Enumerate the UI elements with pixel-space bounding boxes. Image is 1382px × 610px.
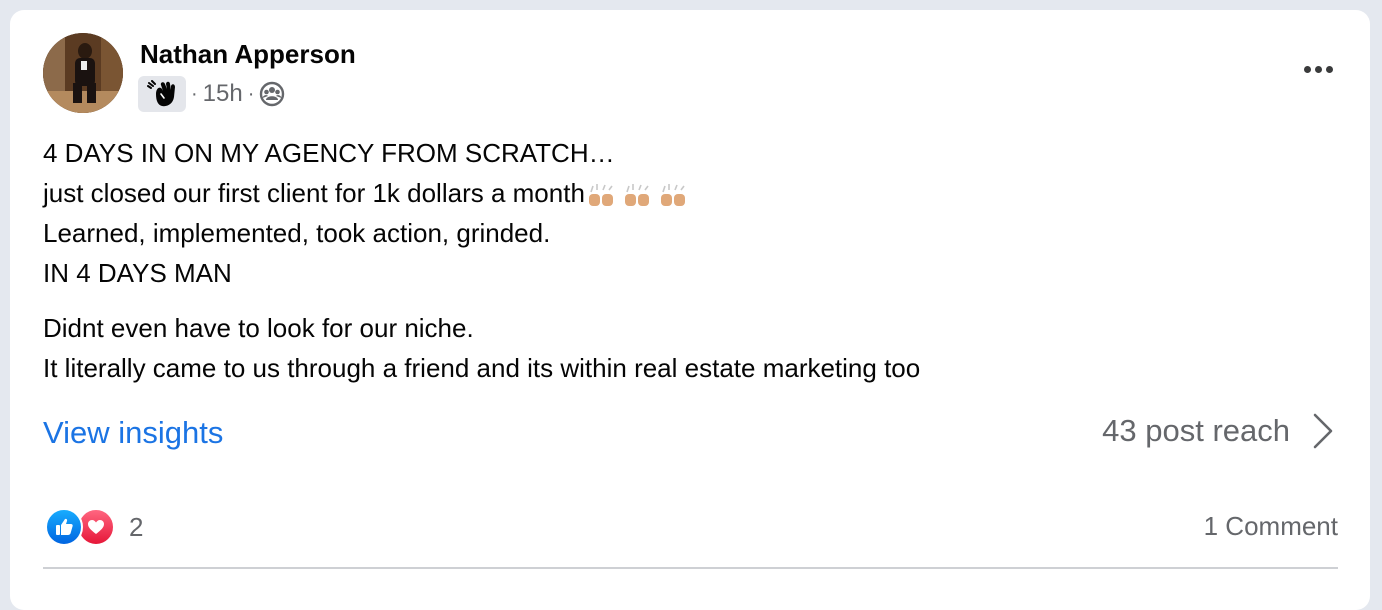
meta-separator: · [247,82,255,105]
more-options-button[interactable] [1294,54,1342,84]
view-insights-link[interactable]: View insights [43,415,223,451]
post-line: just closed our first client for 1k doll… [43,178,585,208]
chevron-right-icon [1313,413,1333,449]
more-dot [1325,65,1333,73]
raised-hands-icon [588,184,613,207]
post-body: 4 DAYS IN ON MY AGENCY FROM SCRATCH… jus… [43,133,1333,388]
raised-hands-icon [660,184,685,207]
post-line: Didnt even have to look for our niche. [43,313,474,343]
divider [43,567,1338,569]
post-line-with-emoji: just closed our first client for 1k doll… [43,173,1333,213]
post-reach[interactable]: 43 post reach [1102,412,1334,450]
post-reach-label: 43 post reach [1102,413,1290,448]
raised-hands-icon [624,184,649,207]
post-meta: · 15h · [138,76,285,112]
post-card: Nathan Apperson · 15h · 4 DAYS IN ON MY … [10,10,1370,610]
post-time[interactable]: 15h [203,80,243,108]
post-line: 4 DAYS IN ON MY AGENCY FROM SCRATCH… [43,138,615,168]
like-icon [45,508,83,546]
wave-hand-icon[interactable] [138,76,186,112]
group-audience-icon[interactable] [259,81,285,107]
more-dot [1303,65,1311,73]
comments-count-link[interactable]: 1 Comment [1204,508,1338,544]
avatar[interactable] [43,33,123,113]
reaction-count: 2 [129,511,144,542]
author-name[interactable]: Nathan Apperson [140,39,356,70]
reactions-summary[interactable]: 2 [45,508,143,546]
post-line: Learned, implemented, took action, grind… [43,218,551,248]
meta-separator: · [191,82,198,105]
post-line: IN 4 DAYS MAN [43,258,232,288]
raised-hands-emoji [587,182,689,208]
post-line: It literally came to us through a friend… [43,353,921,383]
more-dot [1314,65,1322,73]
